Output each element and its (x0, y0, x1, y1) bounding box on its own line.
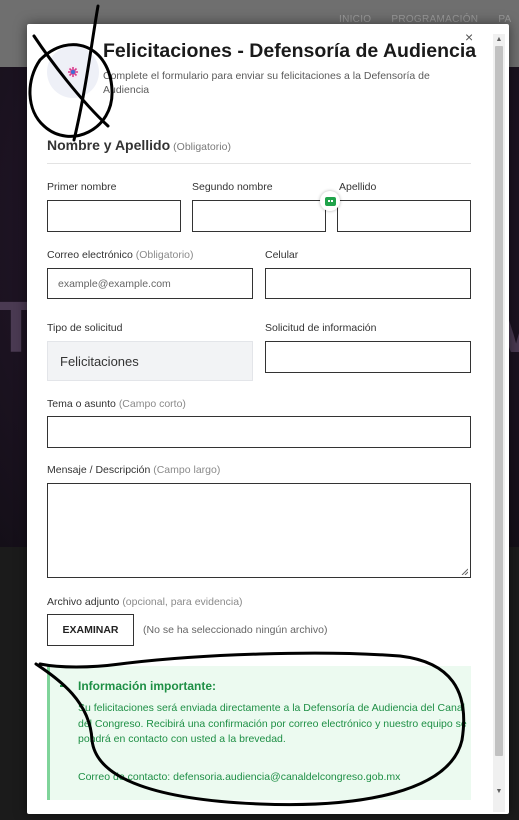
section-divider (47, 163, 471, 164)
message-label-text: Mensaje / Descripción (47, 464, 151, 476)
file-status: (No se ha seleccionado ningún archivo) (143, 624, 328, 636)
email-label-text: Correo electrónico (47, 249, 133, 261)
password-manager-badge[interactable] (320, 191, 340, 211)
scroll-thumb[interactable] (495, 46, 503, 756)
email-hint: (Obligatorio) (135, 249, 194, 261)
modal-title: Felicitaciones - Defensoría de Audiencia (103, 40, 477, 62)
attachment-label-text: Archivo adjunto (47, 596, 120, 608)
middle-name-field[interactable] (192, 200, 326, 232)
felicitaciones-modal: × Felicitaciones - Defensoría de Audienc… (27, 24, 509, 814)
info-body: Su felicitaciones será enviada directame… (78, 702, 467, 745)
email-field[interactable]: example@example.com (47, 268, 253, 299)
message-textarea[interactable] (47, 483, 471, 578)
subject-hint: (Campo corto) (118, 398, 186, 410)
phone-label: Celular (265, 249, 299, 261)
first-name-label: Primer nombre (47, 181, 117, 193)
name-section-label: Nombre y Apellido (47, 137, 171, 153)
email-label: Correo electrónico (Obligatorio) (47, 249, 194, 261)
request-type-label: Tipo de solicitud (47, 322, 123, 334)
modal-scrollbar[interactable]: ▲ ▼ (493, 34, 505, 812)
important-info-box: Información importante: Su felicitacione… (47, 666, 471, 800)
attachment-hint: (opcional, para evidencia) (122, 596, 243, 608)
robot-icon (324, 196, 336, 206)
subject-label: Tema o asunto (Campo corto) (47, 398, 186, 410)
name-section-title: Nombre y Apellido (Obligatorio) (47, 137, 231, 153)
last-name-field[interactable] (337, 200, 471, 232)
middle-name-label: Segundo nombre (192, 181, 273, 193)
info-contact: Correo de contacto: defensoria.audiencia… (78, 771, 401, 783)
scroll-up-arrow-icon[interactable]: ▲ (493, 34, 505, 46)
message-label: Mensaje / Descripción (Campo largo) (47, 464, 220, 476)
channel-logo (47, 46, 99, 98)
browse-file-button[interactable]: EXAMINAR (47, 614, 134, 646)
attachment-label: Archivo adjunto (opcional, para evidenci… (47, 596, 243, 608)
resize-grip-icon[interactable] (461, 568, 468, 575)
info-request-label: Solicitud de información (265, 322, 377, 334)
scroll-down-arrow-icon[interactable]: ▼ (493, 786, 505, 798)
message-hint: (Campo largo) (153, 464, 221, 476)
request-type-field[interactable]: Felicitaciones (47, 341, 253, 381)
info-title: Información importante: (78, 679, 217, 693)
info-request-field[interactable] (265, 341, 471, 373)
subject-field[interactable] (47, 416, 471, 448)
subject-label-text: Tema o asunto (47, 398, 116, 410)
channel-logo-icon (66, 65, 80, 79)
last-name-label: Apellido (339, 181, 377, 193)
modal-subtitle: Complete el formulario para enviar su fe… (103, 70, 430, 96)
name-section-hint: (Obligatorio) (173, 141, 231, 153)
phone-field[interactable] (265, 268, 471, 299)
first-name-field[interactable] (47, 200, 181, 232)
info-bullet-icon (60, 685, 66, 687)
